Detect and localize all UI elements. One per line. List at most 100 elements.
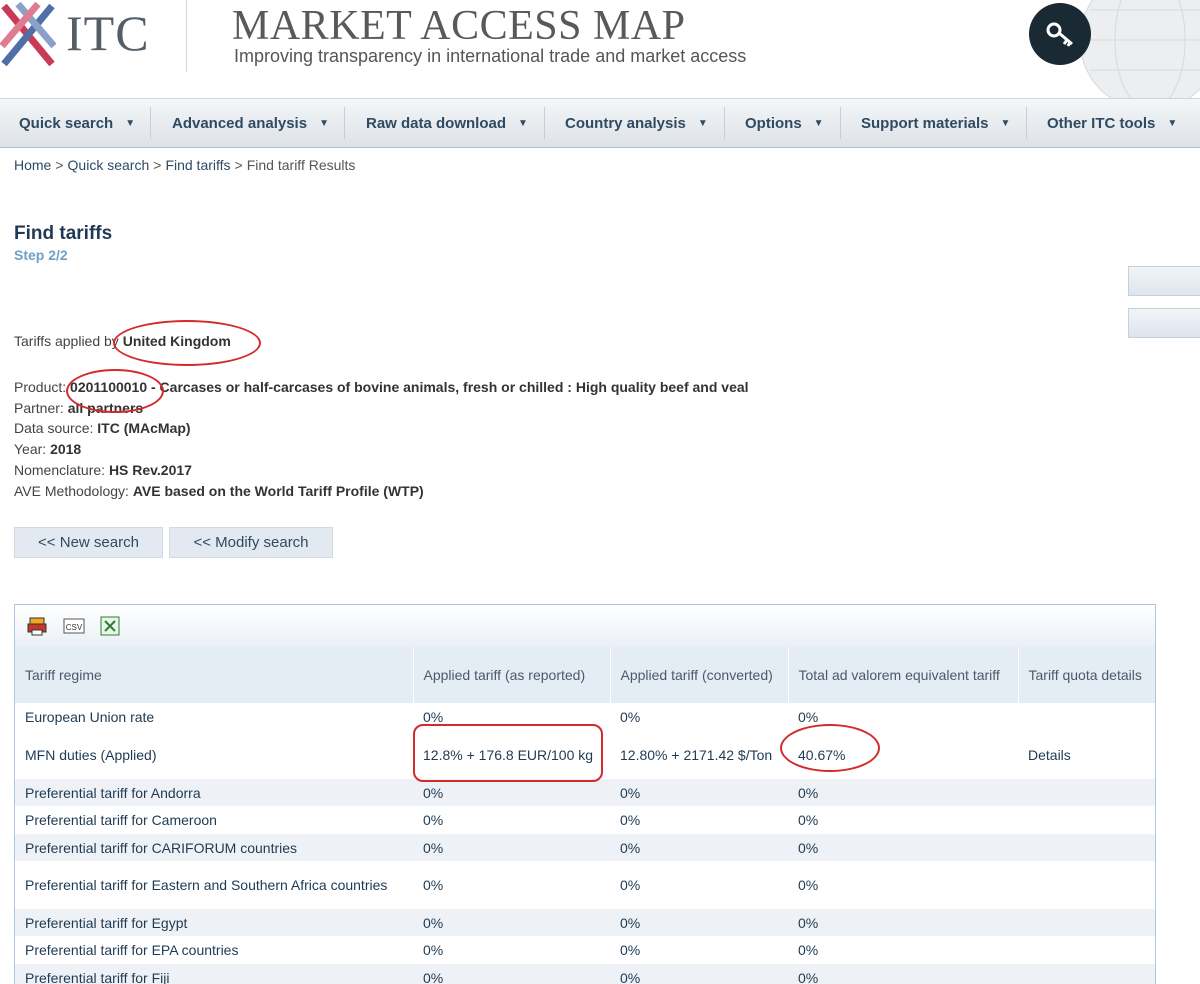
brand-subtitle: Improving transparency in international … xyxy=(234,46,747,66)
product-label: Product: xyxy=(14,379,71,395)
ave-methodology-label: AVE Methodology: xyxy=(14,483,133,499)
table-toolbar: CSV xyxy=(15,605,1155,647)
print-icon[interactable] xyxy=(27,615,49,637)
converted-cell: 0% xyxy=(610,936,788,964)
quota-cell xyxy=(1018,703,1155,731)
table-row: Preferential tariff for CARIFORUM countr… xyxy=(15,834,1155,861)
breadcrumb-find-tariffs[interactable]: Find tariffs xyxy=(165,157,230,173)
nav-label: Advanced analysis xyxy=(172,114,308,132)
ave-cell: 0% xyxy=(788,806,1018,834)
nav-label: Support materials xyxy=(861,114,989,132)
breadcrumb-quick-search[interactable]: Quick search xyxy=(68,157,150,173)
nav-label: Raw data download xyxy=(366,114,507,132)
excel-export-icon[interactable] xyxy=(99,615,121,637)
table-row: Preferential tariff for EPA countries 0%… xyxy=(15,936,1155,964)
ave-cell: 0% xyxy=(788,861,1018,909)
reported-cell: 0% xyxy=(413,861,610,909)
partner-label: Partner: xyxy=(14,400,68,416)
nav-separator xyxy=(344,107,345,139)
data-source-line: Data source: ITC (MAcMap) xyxy=(14,420,191,436)
header-divider xyxy=(186,0,187,72)
tariff-quota-details-link[interactable]: Details xyxy=(1018,731,1155,779)
product-line: Product: 0201100010 - Carcases or half-c… xyxy=(14,379,749,395)
ave-cell: 0% xyxy=(788,834,1018,861)
year-line: Year: 2018 xyxy=(14,441,81,457)
reported-cell: 0% xyxy=(413,834,610,861)
new-search-button[interactable]: << New search xyxy=(14,527,163,558)
converted-cell: 0% xyxy=(610,779,788,806)
side-panel-button[interactable] xyxy=(1128,266,1200,296)
nav-quick-search[interactable]: Quick search ▼ xyxy=(19,99,135,147)
ave-methodology-value: AVE based on the World Tariff Profile (W… xyxy=(132,483,424,499)
caret-down-icon: ▼ xyxy=(518,117,528,129)
quota-cell xyxy=(1018,936,1155,964)
itc-logo-text[interactable]: ITC xyxy=(66,4,150,62)
nav-other-itc-tools[interactable]: Other ITC tools ▼ xyxy=(1047,99,1177,147)
reported-cell: 0% xyxy=(413,779,610,806)
nav-separator xyxy=(840,107,841,139)
partner-line: Partner: all partners xyxy=(14,400,143,416)
year-label: Year: xyxy=(14,441,51,457)
reported-cell: 0% xyxy=(413,936,610,964)
column-header[interactable]: Tariff quota details xyxy=(1018,647,1155,703)
key-icon[interactable] xyxy=(1029,3,1091,65)
regime-cell: Preferential tariff for Eastern and Sout… xyxy=(15,861,413,909)
quota-cell xyxy=(1018,779,1155,806)
quota-cell xyxy=(1018,964,1155,984)
site-header: ITC MARKET ACCESS MAP Improving transpar… xyxy=(0,0,1200,98)
caret-down-icon: ▼ xyxy=(1000,117,1011,129)
tariff-results-table: CSV Tariff regime Applied tariff (as rep… xyxy=(14,604,1156,984)
modify-search-button[interactable]: << Modify search xyxy=(169,527,333,558)
reported-cell: 0% xyxy=(413,806,610,834)
applied-by-line: Tariffs applied by United Kingdom xyxy=(14,333,231,349)
ave-cell: 0% xyxy=(788,779,1018,806)
breadcrumb-home[interactable]: Home xyxy=(14,157,51,173)
converted-cell: 12.80% + 2171.42 $/Ton xyxy=(610,731,788,779)
table-row: Preferential tariff for Cameroon 0% 0% 0… xyxy=(15,806,1155,834)
nomenclature-label: Nomenclature: xyxy=(14,462,109,478)
nav-label: Options xyxy=(745,114,802,132)
applied-by-label: Tariffs applied by xyxy=(14,333,123,349)
page-step: Step 2/2 xyxy=(14,247,68,263)
itc-logo-icon[interactable] xyxy=(0,2,56,68)
regime-cell: Preferential tariff for Andorra xyxy=(15,779,413,806)
page-title: Find tariffs xyxy=(14,223,113,244)
nav-country-analysis[interactable]: Country analysis ▼ xyxy=(565,99,708,147)
regime-cell: Preferential tariff for Fiji xyxy=(15,964,413,984)
ave-cell: 0% xyxy=(788,936,1018,964)
quota-cell xyxy=(1018,834,1155,861)
column-header[interactable]: Applied tariff (as reported) xyxy=(413,647,611,703)
nav-advanced-analysis[interactable]: Advanced analysis ▼ xyxy=(172,99,329,147)
table-row: European Union rate 0% 0% 0% xyxy=(15,703,1155,731)
regime-cell: Preferential tariff for Cameroon xyxy=(15,806,413,834)
data-source-label: Data source: xyxy=(14,420,98,436)
converted-cell: 0% xyxy=(610,703,788,731)
ave-cell: 0% xyxy=(788,703,1018,731)
csv-export-icon[interactable]: CSV xyxy=(63,615,85,637)
brand-title[interactable]: MARKET ACCESS MAP xyxy=(232,2,686,50)
converted-cell: 0% xyxy=(610,964,788,984)
breadcrumb-separator: > xyxy=(153,157,162,173)
converted-cell: 0% xyxy=(610,834,788,861)
nav-options[interactable]: Options ▼ xyxy=(745,99,824,147)
table-row: Preferential tariff for Fiji 0% 0% 0% xyxy=(15,964,1155,984)
converted-cell: 0% xyxy=(610,909,788,936)
regime-cell: Preferential tariff for CARIFORUM countr… xyxy=(15,834,413,861)
column-header[interactable]: Tariff regime xyxy=(15,647,414,703)
nav-raw-data-download[interactable]: Raw data download ▼ xyxy=(366,99,528,147)
table-row: Preferential tariff for Egypt 0% 0% 0% xyxy=(15,909,1155,936)
column-header[interactable]: Total ad valorem equivalent tariff xyxy=(788,647,1019,703)
caret-down-icon: ▼ xyxy=(697,117,708,129)
nav-support-materials[interactable]: Support materials ▼ xyxy=(861,99,1010,147)
reported-cell: 0% xyxy=(413,909,610,936)
caret-down-icon: ▼ xyxy=(319,117,329,129)
column-header[interactable]: Applied tariff (converted) xyxy=(610,647,789,703)
ave-cell: 0% xyxy=(788,909,1018,936)
table-row: Preferential tariff for Andorra 0% 0% 0% xyxy=(15,779,1155,806)
regime-cell: Preferential tariff for Egypt xyxy=(15,909,413,936)
table-row: Preferential tariff for Eastern and Sout… xyxy=(15,861,1155,909)
reported-cell: 12.8% + 176.8 EUR/100 kg xyxy=(413,731,610,779)
product-value: 0201100010 - Carcases or half-carcases o… xyxy=(70,379,749,395)
side-panel-button[interactable] xyxy=(1128,308,1200,338)
applied-by-value: United Kingdom xyxy=(122,333,231,349)
